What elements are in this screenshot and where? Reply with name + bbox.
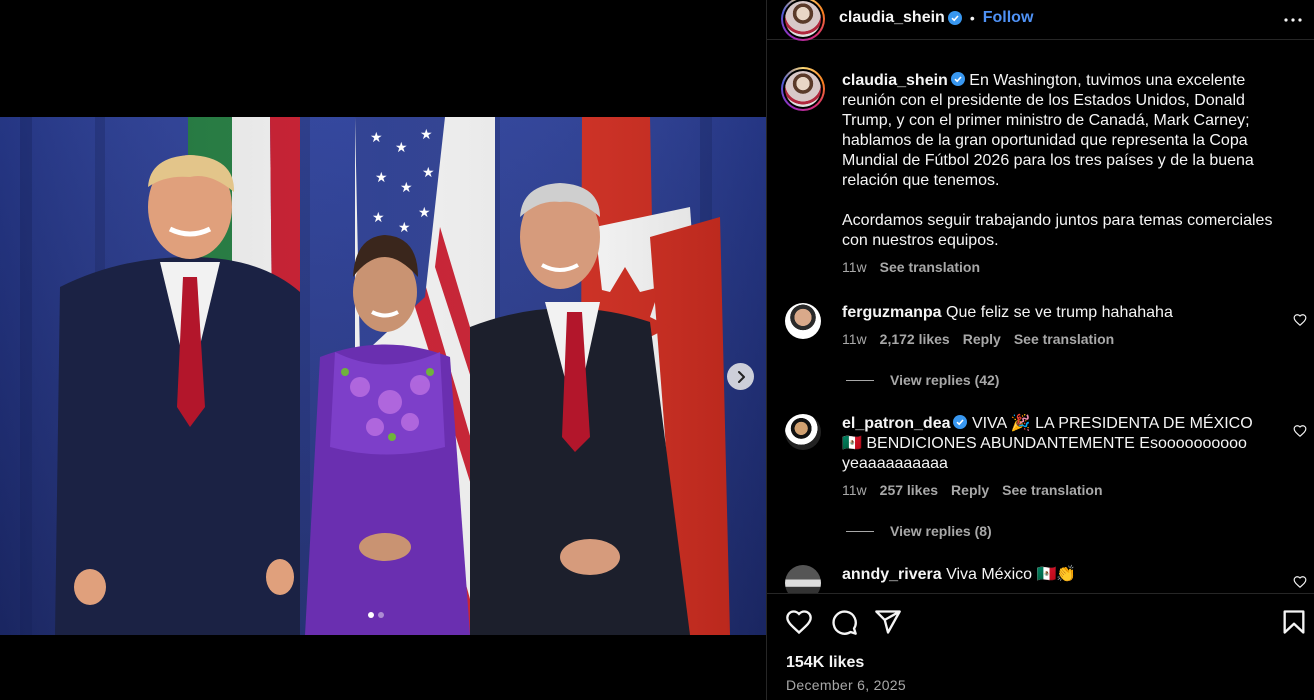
caption: claudia_shein En Washington, tuvimos una… [842, 71, 1282, 275]
view-replies-button[interactable]: View replies (8) [846, 523, 992, 539]
heart-icon[interactable] [785, 608, 813, 636]
verified-badge-icon [950, 72, 965, 86]
comment-reply-button[interactable]: Reply [963, 331, 1001, 347]
author-username[interactable]: claudia_shein [839, 9, 945, 27]
post-photo[interactable]: ★★★ ★★★ ★★★ ★★ ★★ [0, 117, 766, 635]
caption-paragraph-2: Acordamos seguir trabajando juntos para … [842, 212, 1273, 249]
comment-username[interactable]: ferguzmanpa [842, 304, 942, 321]
comment-meta: 11w 2,172 likes Reply See translation [842, 331, 1262, 347]
comment-body: ferguzmanpa Que feliz se ve trump hahaha… [842, 303, 1262, 323]
likes-count[interactable]: 154K likes [786, 654, 864, 672]
comment-body: anndy_rivera Viva México 🇲🇽👏 [842, 565, 1262, 585]
comment-like-icon[interactable] [1293, 313, 1307, 327]
comment-avatar[interactable] [785, 565, 821, 593]
replies-line [846, 379, 874, 381]
comment-likes[interactable]: 257 likes [880, 482, 938, 498]
caption-username[interactable]: claudia_shein [842, 72, 948, 89]
post-actions: 154K likes December 6, 2025 [767, 593, 1314, 700]
slide-indicator [368, 612, 384, 618]
caption-time[interactable]: 11w [842, 259, 867, 275]
post-sidebar: claudia_shein • Follow claudia_shein En … [766, 0, 1314, 700]
comment-meta: 11w 257 likes Reply See translation [842, 482, 1262, 498]
comment-username[interactable]: anndy_rivera [842, 566, 942, 583]
comment-item: anndy_rivera Viva México 🇲🇽👏 [842, 565, 1262, 585]
caption-paragraph-1: claudia_shein En Washington, tuvimos una… [842, 71, 1282, 191]
photo-illustration: ★★★ ★★★ ★★★ ★★ ★★ [0, 117, 766, 635]
chevron-right-icon [737, 370, 745, 383]
post-header: claudia_shein • Follow [767, 0, 1314, 41]
slide-dot [378, 612, 384, 618]
slide-dot-active [368, 612, 374, 618]
comment-item: el_patron_dea VIVA 🎉 LA PRESIDENTA DE MÉ… [842, 414, 1262, 498]
header-user-line: claudia_shein • Follow [839, 9, 1033, 27]
comment-icon[interactable] [830, 608, 858, 636]
comment-body: el_patron_dea VIVA 🎉 LA PRESIDENTA DE MÉ… [842, 414, 1262, 474]
comment-avatar[interactable] [785, 303, 821, 339]
comment-like-icon[interactable] [1293, 575, 1307, 589]
comment-item: ferguzmanpa Que feliz se ve trump hahaha… [842, 303, 1262, 347]
caption-meta: 11w See translation [842, 259, 1282, 275]
verified-badge-icon [947, 11, 962, 25]
comment-text: Que feliz se ve trump hahahaha [946, 304, 1173, 321]
more-options-icon[interactable] [1281, 8, 1305, 32]
view-replies-label: View replies (42) [890, 372, 1000, 388]
bookmark-icon[interactable] [1280, 608, 1308, 636]
view-replies-label: View replies (8) [890, 523, 992, 539]
caption-see-translation[interactable]: See translation [880, 259, 980, 275]
comment-see-translation[interactable]: See translation [1002, 482, 1102, 498]
comment-see-translation[interactable]: See translation [1014, 331, 1114, 347]
post-media: ★★★ ★★★ ★★★ ★★ ★★ [0, 0, 766, 700]
comment-like-icon[interactable] [1293, 424, 1307, 438]
view-replies-button[interactable]: View replies (42) [846, 372, 999, 388]
author-avatar[interactable] [781, 0, 825, 41]
follow-button[interactable]: Follow [983, 9, 1034, 27]
next-slide-button[interactable] [727, 363, 754, 390]
comments-section[interactable]: claudia_shein En Washington, tuvimos una… [767, 41, 1314, 593]
comment-time[interactable]: 11w [842, 482, 867, 498]
comment-avatar[interactable] [785, 414, 821, 450]
caption-avatar[interactable] [781, 67, 825, 111]
comment-text: Viva México 🇲🇽👏 [946, 566, 1077, 583]
comment-reply-button[interactable]: Reply [951, 482, 989, 498]
verified-badge-icon [953, 415, 968, 429]
post-date[interactable]: December 6, 2025 [786, 677, 906, 693]
share-icon[interactable] [874, 608, 902, 636]
caption-text-1: En Washington, tuvimos una excelente reu… [842, 72, 1254, 189]
comment-time[interactable]: 11w [842, 331, 867, 347]
replies-line [846, 530, 874, 532]
separator-dot: • [969, 10, 975, 26]
comment-likes[interactable]: 2,172 likes [880, 331, 950, 347]
comment-username[interactable]: el_patron_dea [842, 415, 950, 432]
